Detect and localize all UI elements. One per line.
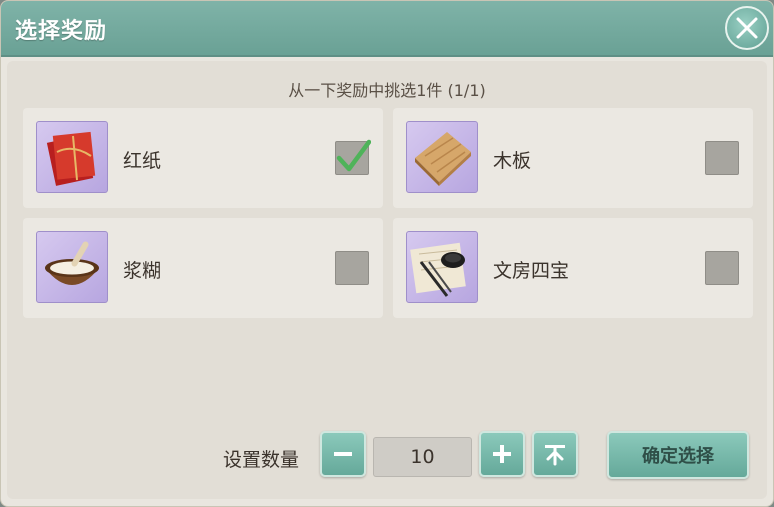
red-paper-icon bbox=[36, 121, 108, 193]
reward-item-label: 红纸 bbox=[123, 150, 162, 172]
reward-checkbox[interactable] bbox=[705, 251, 739, 285]
quantity-input[interactable]: 10 bbox=[373, 437, 472, 477]
close-icon bbox=[736, 17, 758, 39]
plus-icon bbox=[493, 445, 511, 463]
dialog-header: 选择奖励 bbox=[1, 1, 773, 57]
dialog-title: 选择奖励 bbox=[15, 19, 108, 44]
reward-item-label: 木板 bbox=[493, 150, 532, 172]
reward-checkbox[interactable] bbox=[335, 251, 369, 285]
stationery-icon bbox=[406, 231, 478, 303]
checkmark-icon bbox=[336, 139, 371, 172]
reward-item-paste[interactable]: 浆糊 bbox=[23, 218, 383, 318]
increase-button[interactable] bbox=[479, 431, 525, 477]
max-icon bbox=[545, 445, 565, 466]
reward-item-stationery[interactable]: 文房四宝 bbox=[393, 218, 753, 318]
decrease-button[interactable] bbox=[320, 431, 366, 477]
reward-dialog: 选择奖励 从一下奖励中挑选1件 (1/1) 红纸 木板 浆糊 文房四宝 设置数量… bbox=[0, 0, 774, 507]
close-button[interactable] bbox=[725, 6, 769, 50]
reward-item-label: 浆糊 bbox=[123, 260, 162, 282]
reward-item-red-paper[interactable]: 红纸 bbox=[23, 108, 383, 208]
reward-checkbox[interactable] bbox=[705, 141, 739, 175]
wooden-board-icon bbox=[406, 121, 478, 193]
minus-icon bbox=[334, 452, 352, 456]
confirm-selection-button[interactable]: 确定选择 bbox=[607, 431, 749, 479]
selection-instructions: 从一下奖励中挑选1件 (1/1) bbox=[288, 81, 486, 100]
reward-item-label: 文房四宝 bbox=[493, 260, 570, 282]
reward-item-wooden-board[interactable]: 木板 bbox=[393, 108, 753, 208]
max-quantity-button[interactable] bbox=[532, 431, 578, 477]
paste-bowl-icon bbox=[36, 231, 108, 303]
quantity-label: 设置数量 bbox=[223, 449, 300, 471]
reward-checkbox[interactable] bbox=[335, 139, 371, 175]
